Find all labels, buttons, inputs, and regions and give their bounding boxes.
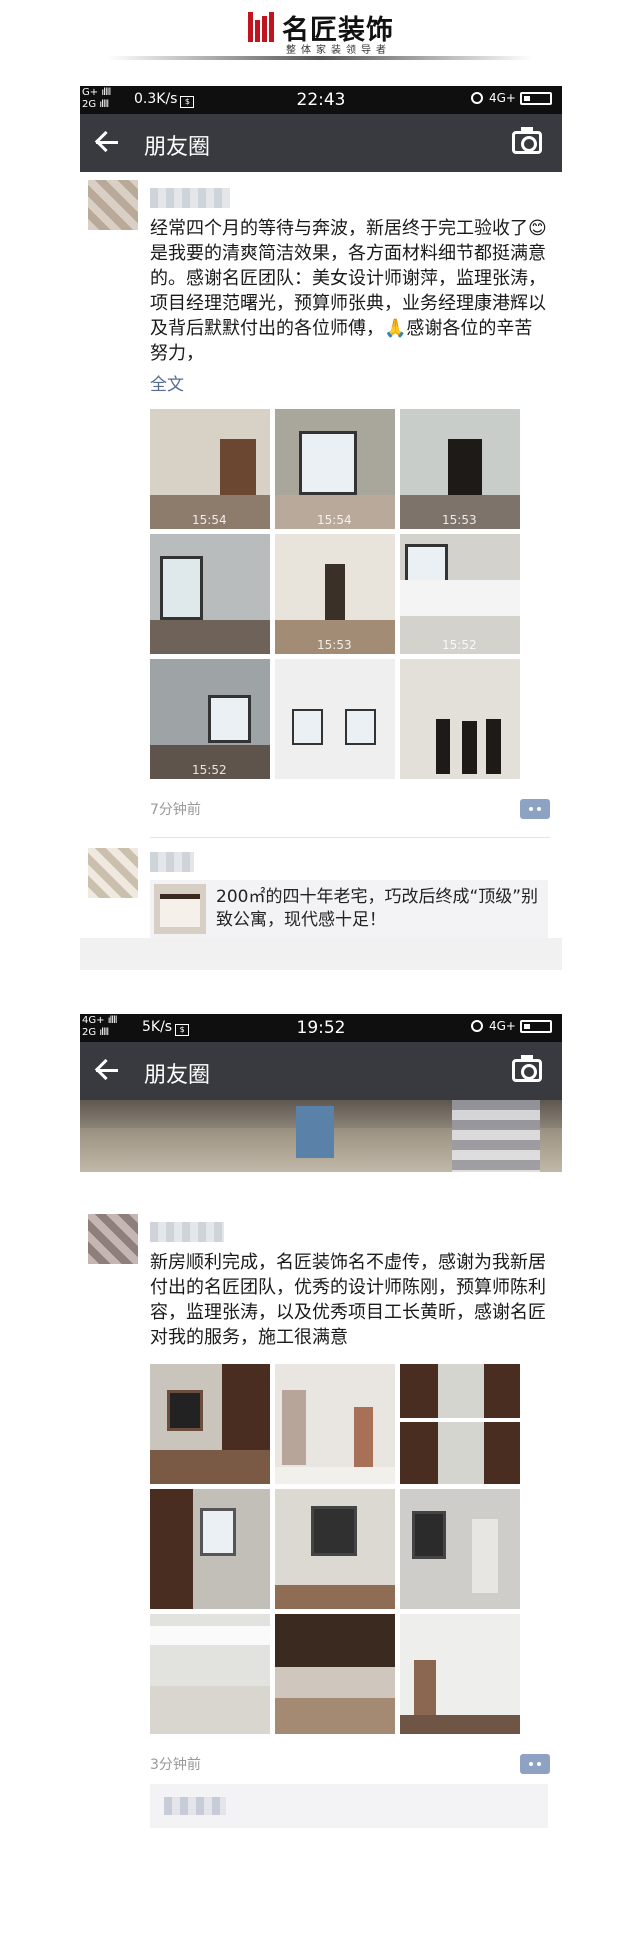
status-bar: 4G+ ıllll 2G ıllll 5K/s $ 19:52 4G+ bbox=[80, 1014, 562, 1042]
photo-thumbnail[interactable] bbox=[400, 1489, 520, 1609]
username-blurred[interactable] bbox=[150, 1222, 224, 1242]
battery-icon bbox=[520, 1020, 552, 1033]
post-time: 3分钟前 bbox=[150, 1757, 201, 1773]
photo-thumbnail[interactable] bbox=[275, 659, 395, 779]
photo-thumbnail[interactable] bbox=[150, 1364, 270, 1484]
photo-thumbnail[interactable]: 15:52 bbox=[150, 659, 270, 779]
camera-icon[interactable] bbox=[512, 1055, 542, 1082]
moment-post: 经常四个月的等待与奔波，新居终于完工验收了😊是我要的清爽简洁效果，各方面材料细节… bbox=[80, 172, 562, 838]
comment-icon[interactable] bbox=[520, 799, 550, 819]
cover-photo[interactable] bbox=[80, 1100, 562, 1190]
liker-name-blurred[interactable] bbox=[164, 1797, 226, 1815]
alarm-icon bbox=[471, 92, 483, 104]
page: 名匠装饰 整体家装领导者 G+ ıllll 2G ıllll 0.3K/s $ 2… bbox=[0, 0, 640, 1934]
camera-icon[interactable] bbox=[512, 127, 542, 154]
photo-thumbnail[interactable] bbox=[275, 1489, 395, 1609]
brand-logo: 名匠装饰 整体家装领导者 bbox=[248, 8, 398, 56]
likes-comments-section bbox=[150, 1784, 548, 1828]
post-text: 新房顺利完成，名匠装饰名不虚传，感谢为我新居付出的名匠团队，优秀的设计师陈刚，预… bbox=[150, 1252, 546, 1348]
header-divider bbox=[108, 56, 532, 60]
moment-post: 200㎡的四十年老宅，巧改后终成“顶级”别致公寓，现代感十足！ bbox=[80, 838, 562, 938]
photo-thumbnail[interactable] bbox=[400, 1364, 520, 1484]
comment-icon[interactable] bbox=[520, 1754, 550, 1774]
back-arrow-icon[interactable] bbox=[94, 128, 124, 158]
avatar[interactable] bbox=[88, 1214, 138, 1264]
expand-full-text-link[interactable]: 全文 bbox=[150, 370, 550, 395]
username-blurred[interactable] bbox=[150, 188, 230, 208]
photo-thumbnail[interactable]: 15:52 bbox=[400, 534, 520, 654]
article-title: 200㎡的四十年老宅，巧改后终成“顶级”别致公寓，现代感十足！ bbox=[216, 887, 539, 930]
status-right: 4G+ bbox=[471, 1019, 552, 1033]
photo-thumbnail[interactable] bbox=[150, 1614, 270, 1734]
photo-thumbnail[interactable] bbox=[400, 1614, 520, 1734]
photo-grid: 15:54 15:54 15:53 15:53 15:52 15:52 bbox=[150, 409, 550, 779]
post-time: 7分钟前 bbox=[150, 802, 201, 818]
status-bar: G+ ıllll 2G ıllll 0.3K/s $ 22:43 4G+ bbox=[80, 86, 562, 114]
post-meta: 3分钟前 bbox=[150, 1750, 550, 1778]
moment-post: 新房顺利完成，名匠装饰名不虚传，感谢为我新居付出的名匠团队，优秀的设计师陈刚，预… bbox=[80, 1206, 562, 1828]
moments-feed: 经常四个月的等待与奔波，新居终于完工验收了😊是我要的清爽简洁效果，各方面材料细节… bbox=[80, 172, 562, 938]
logo-mark-icon bbox=[248, 12, 278, 42]
photo-thumbnail[interactable] bbox=[400, 659, 520, 779]
photo-thumbnail[interactable]: 15:54 bbox=[275, 409, 395, 529]
post-text: 经常四个月的等待与奔波，新居终于完工验收了😊是我要的清爽简洁效果，各方面材料细节… bbox=[150, 218, 547, 364]
nav-bar: 朋友圈 bbox=[80, 1042, 562, 1100]
photo-thumbnail[interactable]: 15:54 bbox=[150, 409, 270, 529]
article-thumbnail bbox=[154, 884, 206, 934]
photo-thumbnail[interactable] bbox=[275, 1614, 395, 1734]
photo-thumbnail[interactable]: 15:53 bbox=[275, 534, 395, 654]
nav-title: 朋友圈 bbox=[144, 135, 211, 160]
nav-bar: 朋友圈 bbox=[80, 114, 562, 172]
status-right: 4G+ bbox=[471, 91, 552, 105]
brand-slogan: 整体家装领导者 bbox=[286, 45, 391, 56]
screenshot-2: 4G+ ıllll 2G ıllll 5K/s$ 19:52 4G+ 朋友圈 bbox=[80, 1014, 562, 1904]
battery-icon bbox=[520, 92, 552, 105]
avatar[interactable] bbox=[88, 180, 138, 230]
screenshot-1: G+ ıllll 2G ıllll 0.3K/s $ 22:43 4G+ 朋友圈 … bbox=[80, 86, 562, 970]
photo-thumbnail[interactable] bbox=[275, 1364, 395, 1484]
photo-thumbnail[interactable]: 15:53 bbox=[400, 409, 520, 529]
username-blurred[interactable] bbox=[150, 852, 194, 872]
shared-article-card[interactable]: 200㎡的四十年老宅，巧改后终成“顶级”别致公寓，现代感十足！ bbox=[150, 880, 548, 938]
back-arrow-icon[interactable] bbox=[94, 1056, 124, 1086]
alarm-icon bbox=[471, 1020, 483, 1032]
photo-thumbnail[interactable] bbox=[150, 1489, 270, 1609]
nav-title: 朋友圈 bbox=[144, 1063, 211, 1088]
photo-thumbnail[interactable] bbox=[150, 534, 270, 654]
post-meta: 7分钟前 bbox=[150, 795, 550, 823]
moments-feed: 新房顺利完成，名匠装饰名不虚传，感谢为我新居付出的名匠团队，优秀的设计师陈刚，预… bbox=[80, 1172, 562, 1904]
avatar[interactable] bbox=[88, 848, 138, 898]
photo-grid bbox=[150, 1364, 550, 1734]
